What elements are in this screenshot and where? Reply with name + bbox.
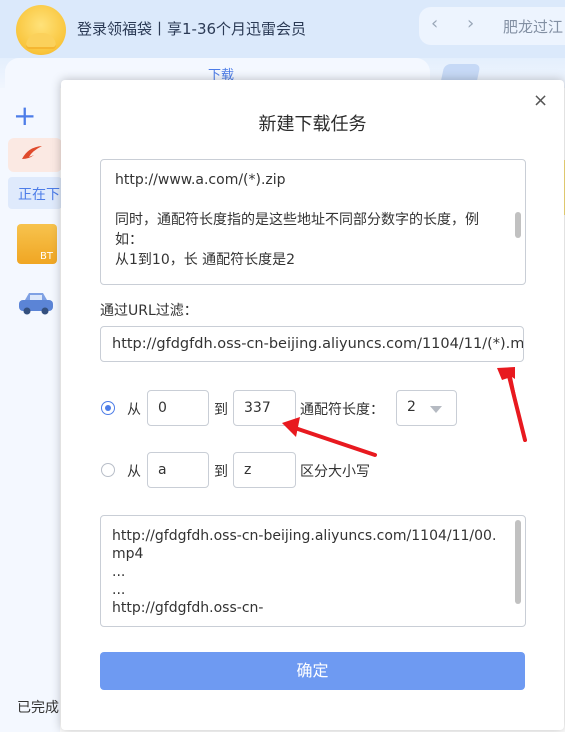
generated-url-list-content: http://gfdgfdh.oss-cn-beijing.aliyuncs.c… xyxy=(112,528,497,616)
dialog-title: 新建下载任务 xyxy=(258,114,367,135)
url-filter-input[interactable]: http://gfdgfdh.oss-cn-beijing.aliyuncs.c… xyxy=(100,326,524,362)
alpha-range-radio[interactable] xyxy=(101,463,115,477)
sidebar-item-completed[interactable]: 已完成 xyxy=(17,697,59,717)
bt-folder-icon[interactable]: BT xyxy=(17,224,57,264)
confirm-button[interactable]: 确定 xyxy=(100,652,525,690)
sidebar-item-downloading[interactable]: 正在下 xyxy=(8,177,62,209)
chevron-down-icon xyxy=(430,406,442,413)
bt-label: BT xyxy=(40,251,53,262)
new-download-dialog: 新建下载任务 × http://www.a.com/(*).zip 同时，通配符… xyxy=(61,80,564,730)
back-arrow-icon[interactable]: ‹ xyxy=(431,13,438,34)
add-task-button[interactable]: + xyxy=(13,102,36,130)
alpha-to-input[interactable]: z xyxy=(233,452,296,488)
browser-nav-bar: ‹ › 肥龙过江 xyxy=(419,7,565,45)
from-label: 从 xyxy=(127,464,141,480)
url-textarea[interactable]: http://www.a.com/(*).zip 同时，通配符长度指的是这些地址… xyxy=(100,159,526,285)
range-to-input[interactable]: 337 xyxy=(233,390,296,426)
wildcard-length-value: 2 xyxy=(407,399,416,415)
to-label: 到 xyxy=(214,402,228,418)
wildcard-length-select[interactable]: 2 xyxy=(396,390,457,426)
result-list-scrollbar[interactable] xyxy=(515,520,521,604)
case-sensitive-label[interactable]: 区分大小写 xyxy=(300,461,370,481)
thunder-logo-icon xyxy=(22,146,42,159)
browser-tab-title[interactable]: 肥龙过江 xyxy=(503,16,563,37)
sidebar-item-brand[interactable] xyxy=(8,138,62,172)
car-icon[interactable] xyxy=(17,290,55,316)
url-textarea-scrollbar[interactable] xyxy=(515,212,521,238)
filter-label: 通过URL过滤： xyxy=(100,303,198,319)
sidebar-item-label: 正在下 xyxy=(18,187,60,203)
app-header: 登录领福袋丨享1-36个月迅雷会员 ‹ › 肥龙过江 xyxy=(0,0,565,58)
url-textarea-content: http://www.a.com/(*).zip 同时，通配符长度指的是这些地址… xyxy=(115,172,479,268)
close-icon[interactable]: × xyxy=(533,90,548,111)
alpha-from-input[interactable]: a xyxy=(147,452,209,488)
range-from-input[interactable]: 0 xyxy=(147,390,209,426)
forward-arrow-icon[interactable]: › xyxy=(467,13,474,34)
avatar[interactable] xyxy=(16,5,66,55)
promo-banner-text[interactable]: 登录领福袋丨享1-36个月迅雷会员 xyxy=(77,18,306,39)
numeric-range-radio[interactable] xyxy=(101,401,115,415)
wildcard-length-label: 通配符长度： xyxy=(300,402,384,418)
generated-url-list[interactable]: http://gfdgfdh.oss-cn-beijing.aliyuncs.c… xyxy=(100,515,526,627)
from-label: 从 xyxy=(127,402,141,418)
to-label: 到 xyxy=(214,464,228,480)
